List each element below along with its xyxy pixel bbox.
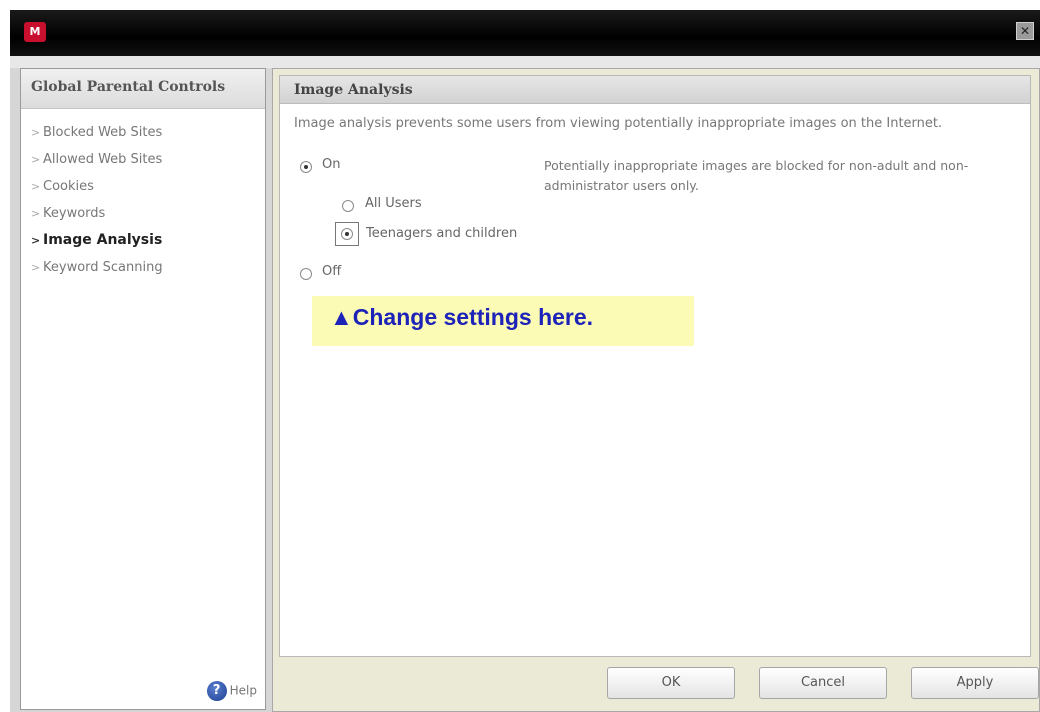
sidebar-item-label: Image Analysis	[43, 232, 163, 248]
mcafee-logo-icon: M	[24, 22, 46, 42]
sidebar-title: Global Parental Controls	[21, 69, 265, 109]
button-bar: OK Cancel Apply	[279, 661, 1039, 707]
dialog-window: M ✕ Global Parental Controls > Blocked We…	[10, 10, 1040, 712]
help-link[interactable]: ? Help	[206, 681, 257, 701]
chevron-right-icon: >	[31, 234, 41, 247]
sidebar-item-image-analysis[interactable]: > Image Analysis	[21, 227, 265, 254]
sidebar-item-label: Keywords	[43, 206, 106, 221]
title-bar: M ✕	[10, 10, 1040, 56]
image-analysis-panel: Image Analysis Image analysis prevents s…	[279, 75, 1031, 657]
close-button[interactable]: ✕	[1016, 22, 1034, 40]
panel-title: Image Analysis	[280, 76, 1030, 104]
chevron-right-icon: >	[31, 126, 41, 139]
sidebar: Global Parental Controls > Blocked Web Si…	[20, 68, 266, 710]
chevron-right-icon: >	[31, 207, 41, 220]
apply-button[interactable]: Apply	[911, 667, 1039, 699]
chevron-right-icon: >	[31, 153, 41, 166]
off-radio-label[interactable]: Off	[322, 264, 341, 279]
sidebar-item-label: Keyword Scanning	[43, 260, 163, 275]
chevron-right-icon: >	[31, 261, 41, 274]
on-radio[interactable]	[300, 161, 312, 173]
sidebar-item-allowed-web-sites[interactable]: > Allowed Web Sites	[21, 146, 265, 173]
cancel-button[interactable]: Cancel	[759, 667, 887, 699]
sidebar-item-keyword-scanning[interactable]: > Keyword Scanning	[21, 254, 265, 281]
sidebar-item-label: Allowed Web Sites	[43, 152, 163, 167]
sidebar-item-label: Cookies	[43, 179, 94, 194]
sidebar-item-label: Blocked Web Sites	[43, 125, 163, 140]
help-icon: ?	[206, 681, 227, 701]
chevron-right-icon: >	[31, 180, 41, 193]
title-separator	[10, 56, 1040, 68]
on-radio-label[interactable]: On	[322, 157, 340, 172]
sidebar-item-blocked-web-sites[interactable]: > Blocked Web Sites	[21, 119, 265, 146]
off-radio[interactable]	[300, 268, 312, 280]
info-note: Potentially inappropriate images are blo…	[544, 158, 969, 193]
teenagers-children-label[interactable]: Teenagers and children	[366, 226, 517, 241]
panel-description: Image analysis prevents some users from …	[294, 116, 943, 131]
all-users-radio[interactable]	[342, 200, 354, 212]
all-users-label[interactable]: All Users	[365, 196, 422, 211]
change-settings-callout: ▲Change settings here.	[312, 296, 694, 346]
help-label: Help	[229, 683, 257, 698]
main-area: Image Analysis Image analysis prevents s…	[272, 68, 1040, 712]
teenagers-children-radio[interactable]	[341, 228, 353, 240]
sidebar-item-cookies[interactable]: > Cookies	[21, 173, 265, 200]
sidebar-nav: > Blocked Web Sites > Allowed Web Sites > C…	[21, 109, 265, 281]
ok-button[interactable]: OK	[607, 667, 735, 699]
sidebar-item-keywords[interactable]: > Keywords	[21, 200, 265, 227]
